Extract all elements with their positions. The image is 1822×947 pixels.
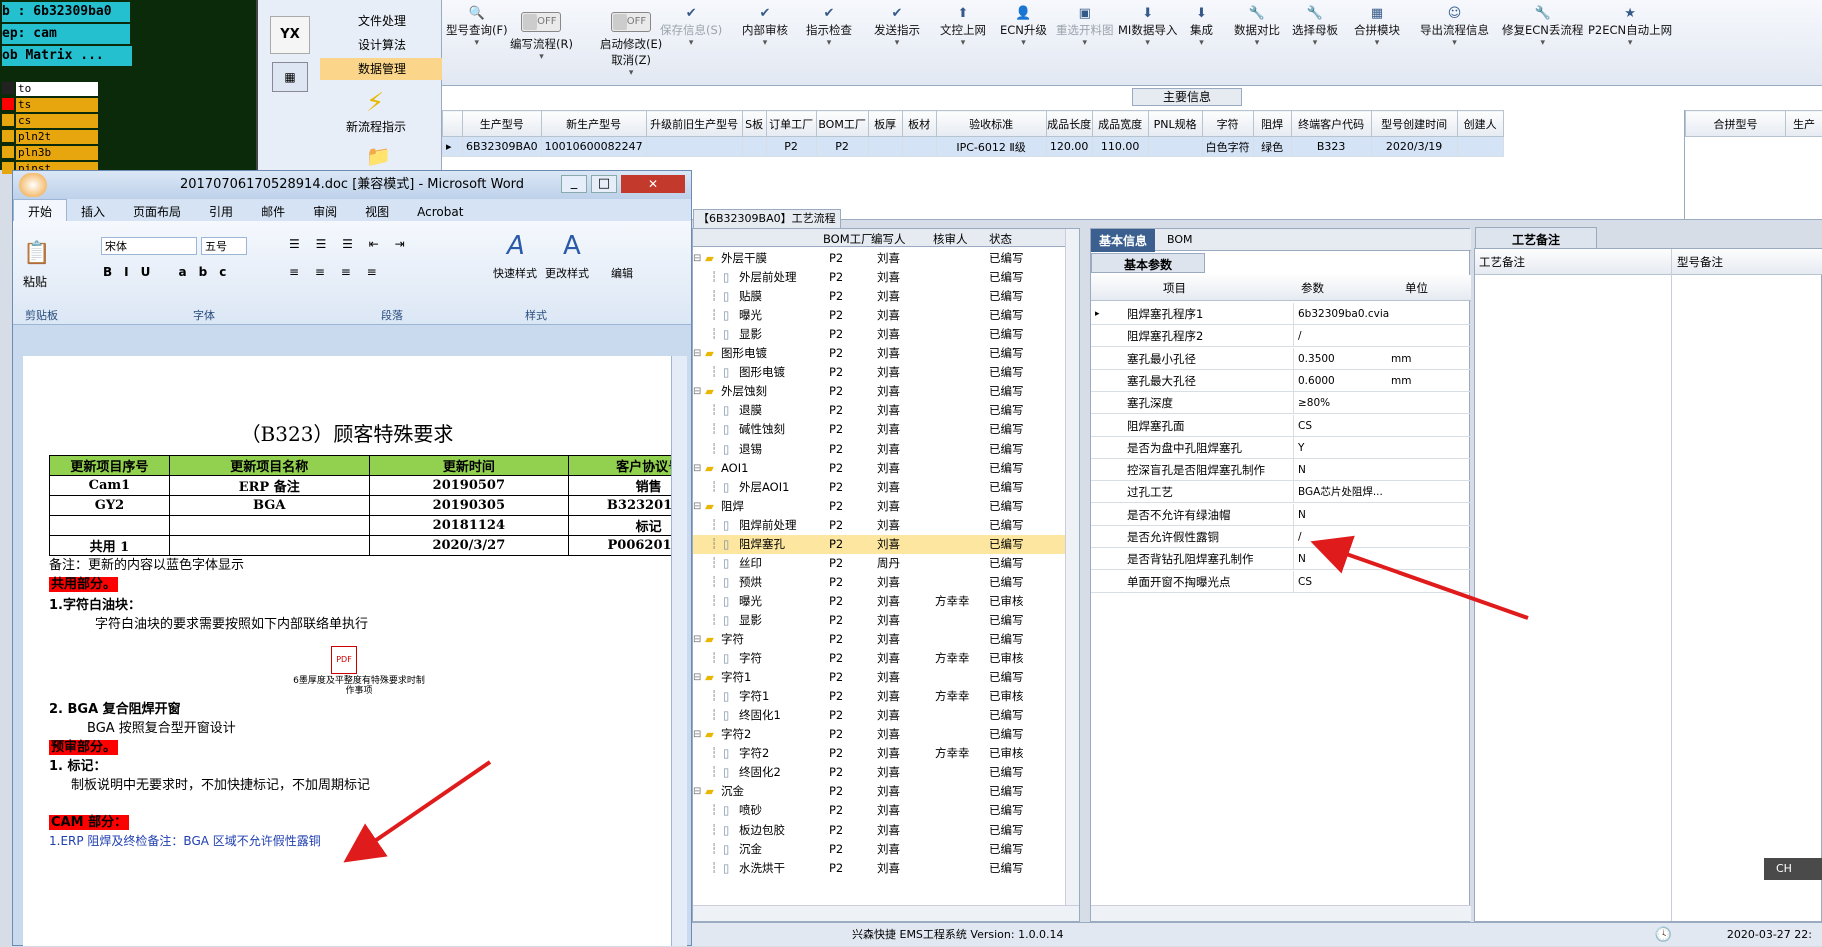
annotation-arrow-left [350,762,490,858]
annotation-arrow-right [1318,544,1528,618]
annotation-arrows [0,0,1822,946]
